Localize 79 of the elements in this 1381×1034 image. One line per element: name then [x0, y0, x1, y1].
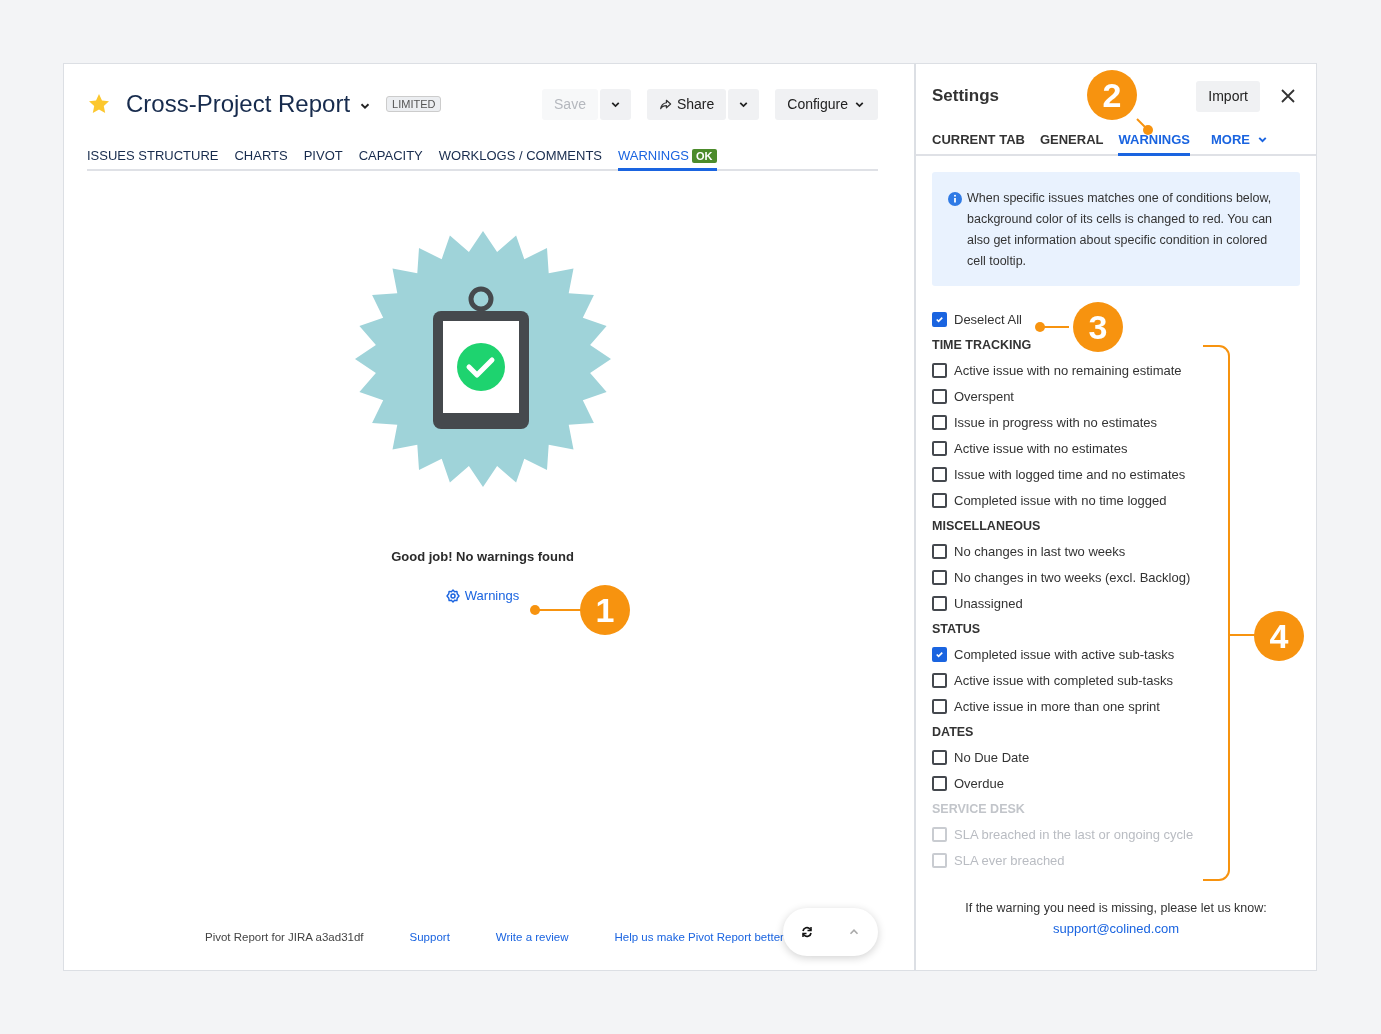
tab-label: WARNINGS: [1118, 132, 1190, 147]
warning-option[interactable]: Active issue with no remaining estimate: [932, 357, 1182, 383]
report-tab[interactable]: WARNINGS OK: [618, 148, 717, 171]
tab-label: CAPACITY: [358, 148, 423, 163]
footer-link[interactable]: Support: [409, 931, 450, 943]
info-text: When specific issues matches one of conditions below, background color of its cells is changed to red. You can also get information about specific condition in colored cell tooltip.: [967, 190, 1274, 270]
settings-tab[interactable]: CURRENT TAB: [932, 132, 1025, 156]
tab-label: WARNINGS: [618, 148, 690, 163]
report-tab[interactable]: CAPACITY: [358, 148, 423, 171]
tab-label: CHARTS: [234, 148, 288, 163]
warning-option[interactable]: No Due Date: [932, 744, 1030, 770]
footer-link[interactable]: Write a review: [495, 931, 569, 943]
success-message: Good job! No warnings found: [391, 549, 574, 564]
close-icon[interactable]: [1280, 88, 1296, 104]
star-icon[interactable]: [87, 92, 111, 116]
warning-option[interactable]: Issue with logged time and no estimates: [932, 461, 1186, 487]
checkbox[interactable]: [932, 362, 947, 378]
share-icon: [658, 97, 672, 111]
checkbox[interactable]: [932, 569, 947, 585]
checkbox[interactable]: [932, 311, 947, 327]
warning-option[interactable]: No changes in last two weeks: [932, 538, 1126, 564]
checkbox[interactable]: [932, 595, 947, 611]
leader-line: [530, 605, 582, 615]
warning-option[interactable]: Issue in progress with no estimates: [932, 409, 1158, 435]
leader-line: [1035, 322, 1069, 332]
checkbox[interactable]: [932, 698, 947, 714]
import-button[interactable]: Import: [1196, 80, 1260, 112]
checkbox[interactable]: [932, 672, 947, 688]
refresh-icon[interactable]: [799, 925, 814, 939]
warning-option[interactable]: Active issue with no estimates: [932, 435, 1128, 461]
report-tab[interactable]: ISSUES STRUCTURE: [87, 148, 219, 171]
tab-label: CURRENT TAB: [932, 132, 1025, 147]
warning-option[interactable]: Completed issue with no time logged: [932, 487, 1167, 513]
checkbox[interactable]: [932, 749, 947, 765]
report-tab[interactable]: WORKLOGS / COMMENTS: [438, 148, 602, 171]
checkbox[interactable]: [932, 492, 947, 508]
group-heading: SERVICE DESK: [932, 800, 1025, 818]
settings-icon: [445, 588, 460, 603]
support-email-link[interactable]: support@colined.com: [916, 921, 1316, 936]
warning-option[interactable]: Overspent: [932, 383, 1014, 409]
ok-badge: OK: [692, 148, 717, 163]
report-tab[interactable]: CHARTS: [234, 148, 288, 171]
settings-tab[interactable]: MORE: [1211, 132, 1269, 156]
tab-label: GENERAL: [1039, 132, 1104, 147]
tab-label: MORE: [1211, 132, 1250, 147]
configure-button[interactable]: Configure: [775, 88, 878, 120]
tab-label: WORKLOGS / COMMENTS: [438, 148, 602, 163]
group-heading: STATUS: [932, 620, 981, 638]
missing-note: If the warning you need is missing, please let us know:: [964, 901, 1268, 915]
checkbox[interactable]: [932, 440, 947, 456]
limited-badge: LIMITED: [386, 96, 442, 112]
share-button[interactable]: Share: [646, 88, 727, 120]
group-heading: MISCELLANEOUS: [932, 517, 1041, 535]
warning-option[interactable]: Unassigned: [932, 590, 1023, 616]
report-tab[interactable]: PIVOT: [303, 148, 343, 171]
footer-link[interactable]: Help us make Pivot Report better: [614, 931, 784, 943]
version-text: Pivot Report for JIRA a3ad31df: [205, 931, 364, 943]
deselect-all-checkbox[interactable]: Deselect All: [932, 306, 1022, 332]
warning-option[interactable]: No changes in two weeks (excl. Backlog): [932, 564, 1191, 590]
settings-tab[interactable]: GENERAL: [1039, 132, 1104, 156]
tab-label: PIVOT: [303, 148, 343, 163]
group-heading: TIME TRACKING: [932, 336, 1032, 354]
leader-line: [1136, 118, 1154, 136]
warning-option[interactable]: Overdue: [932, 770, 1004, 796]
warning-option[interactable]: Active issue in more than one sprint: [932, 693, 1160, 719]
warning-option[interactable]: Active issue with completed sub-tasks: [932, 667, 1173, 693]
checkbox[interactable]: [932, 466, 947, 482]
report-title[interactable]: Cross-Project Report: [126, 90, 351, 118]
checkbox[interactable]: [932, 646, 947, 662]
checkbox[interactable]: [932, 543, 947, 559]
checkbox[interactable]: [932, 388, 947, 404]
tab-label: ISSUES STRUCTURE: [87, 148, 219, 163]
group-heading: DATES: [932, 723, 974, 741]
checkbox[interactable]: [932, 775, 947, 791]
warnings-link[interactable]: Warnings: [445, 588, 520, 603]
info-icon: [948, 192, 962, 206]
settings-title: Settings: [932, 86, 1000, 106]
checkbox[interactable]: [932, 414, 947, 430]
warning-option[interactable]: Completed issue with active sub-tasks: [932, 641, 1175, 667]
